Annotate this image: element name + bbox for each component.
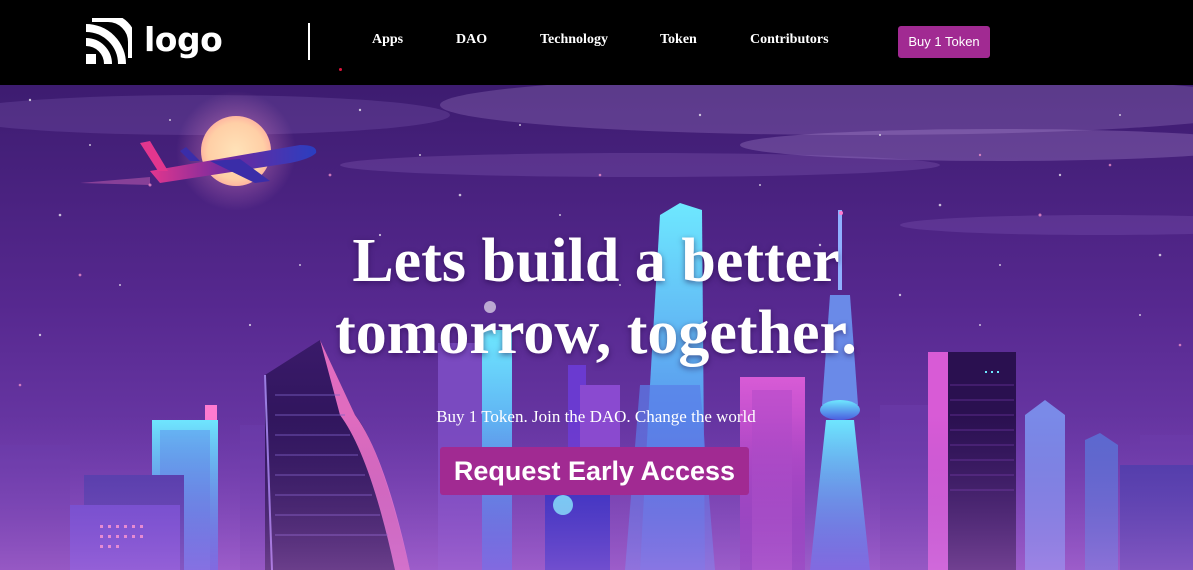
nav-link-dao[interactable]: DAO (456, 32, 487, 48)
hero-section: Lets build a better tomorrow, together. … (0, 85, 1193, 570)
nav-link-apps[interactable]: Apps (372, 32, 403, 48)
top-navbar: logo Apps DAO Technology Token Contribut… (0, 0, 1193, 85)
nav-link-contributors[interactable]: Contributors (750, 32, 829, 48)
hero-subtitle: Buy 1 Token. Join the DAO. Change the wo… (436, 407, 756, 426)
logo-text: logo (144, 20, 223, 59)
logo-link[interactable]: logo (86, 18, 226, 64)
buy-token-button[interactable]: Buy 1 Token (898, 26, 990, 58)
nav-indicator-dot (339, 68, 342, 71)
nav-link-token[interactable]: Token (660, 32, 697, 48)
nav-divider (308, 23, 310, 60)
hero-title: Lets build a better tomorrow, together. (335, 227, 857, 367)
signal-arcs-icon (86, 18, 132, 64)
request-early-access-button[interactable]: Request Early Access (440, 447, 749, 495)
nav-link-technology[interactable]: Technology (540, 32, 608, 48)
